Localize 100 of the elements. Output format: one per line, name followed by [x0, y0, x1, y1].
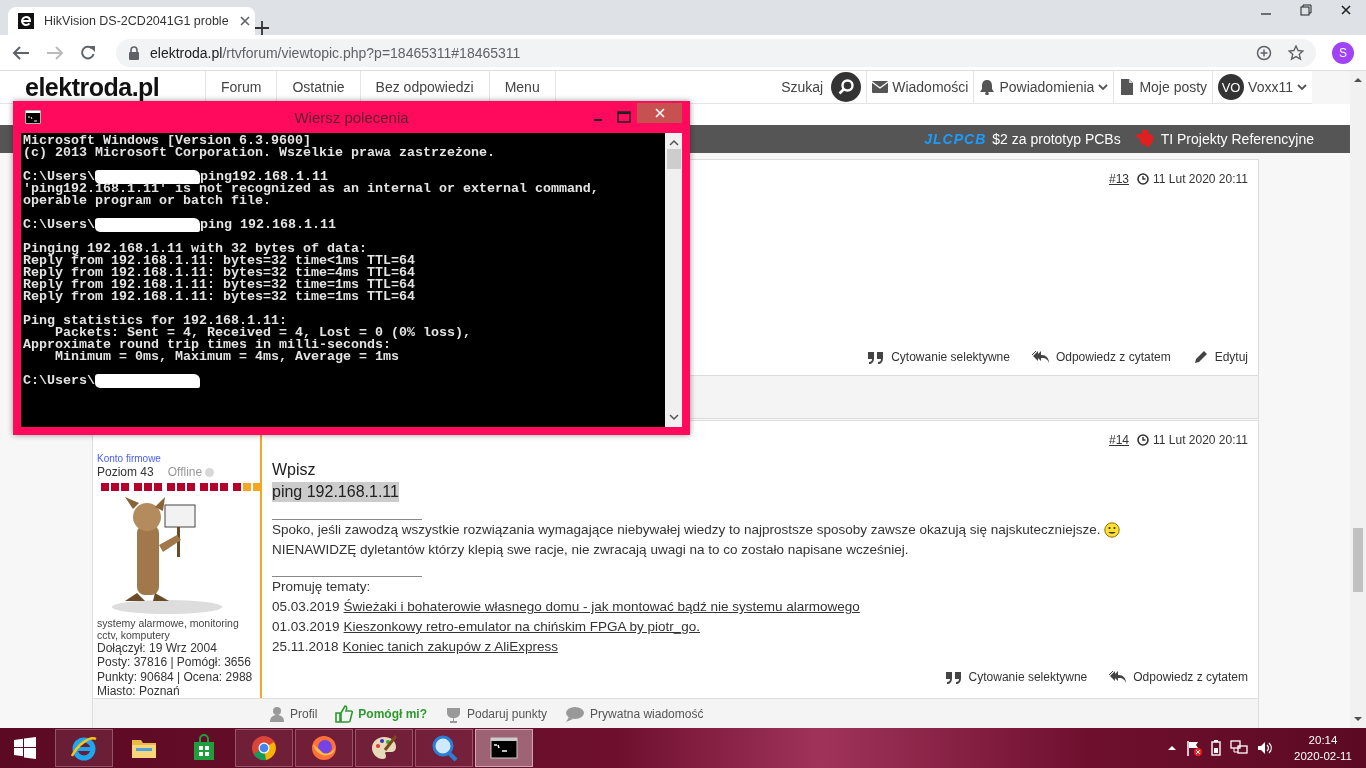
scroll-up-icon[interactable] [668, 139, 679, 147]
user-stat: Posty: 37816 | Pomógł: 3656 [97, 655, 252, 670]
star-icon[interactable] [1288, 44, 1304, 61]
document-icon [1119, 79, 1136, 95]
bell-icon [979, 79, 996, 95]
volume-icon[interactable] [1257, 740, 1273, 756]
post-number-link[interactable]: #14 [1109, 433, 1129, 447]
terminal-line: Ping statistics for 192.168.1.11: [23, 315, 288, 327]
smiley-icon [1104, 522, 1121, 538]
signature-text: Spoko, jeśli zawodzą wszystkie rozwiązania wymagające niebywałej wiedzy to najprostsze sposoby zawsze okazują się najskuteczniejsze. [272, 521, 1101, 539]
flag-icon[interactable] [1186, 740, 1202, 756]
topic-link[interactable]: Świeżaki i bohaterowie własnego domu - jak montować bądź nie systemu alarmowego [343, 597, 860, 617]
terminal-prompt: C:\Users\ [23, 219, 95, 231]
profile-link[interactable]: Profil [269, 705, 318, 724]
envelope-icon [872, 79, 889, 95]
clock-icon [1137, 434, 1149, 446]
search-button[interactable] [831, 72, 862, 102]
taskbar-button[interactable] [55, 729, 113, 767]
address-bar[interactable]: elektroda.pl/rtvforum/viewtopic.php?p=18465311#18465311 [116, 38, 1316, 67]
back-icon[interactable] [12, 44, 30, 61]
user-level: Poziom 43 [97, 465, 154, 479]
network-icon[interactable] [1230, 740, 1248, 756]
terminal-icon [490, 734, 518, 762]
private-message-link[interactable]: Prywatna wiadomość [565, 705, 704, 724]
battery-icon[interactable] [1211, 740, 1221, 756]
scroll-down-icon[interactable] [668, 413, 679, 421]
close-icon[interactable] [1340, 4, 1352, 16]
scrollbar-thumb[interactable] [666, 149, 681, 169]
header-link[interactable]: Powiadomienia [973, 71, 1114, 103]
topic-link[interactable]: Kieszonkowy retro-emulator na chińskim FPGA by piotr_go. [343, 617, 700, 637]
taskbar-button[interactable] [235, 729, 293, 767]
reply-icon [1031, 349, 1050, 365]
close-icon[interactable] [238, 15, 251, 27]
edit-link[interactable]: Edytuj [1192, 349, 1248, 365]
post-time: 11 Lut 2020 20:11 [1153, 433, 1248, 447]
topic-link[interactable]: Koniec tanich zakupów z AliExpress [342, 637, 558, 657]
user-stat: Punkty: 90684 | Ocena: 2988 [97, 669, 254, 684]
user-menu[interactable]: VO Voxx11 [1212, 71, 1312, 103]
reply-with-quote-link[interactable]: Odpowiedz z cytatem [1031, 349, 1171, 365]
promo-date: 01.03.2019 [272, 618, 340, 636]
header-link[interactable]: Moje posty [1113, 71, 1213, 103]
gift-points-link[interactable]: Podaruj punkty [445, 705, 548, 724]
profile-avatar[interactable]: S [1332, 41, 1354, 64]
taskbar-button[interactable] [355, 729, 413, 767]
post-time: 11 Lut 2020 20:11 [1153, 172, 1248, 186]
terminal-line: Microsoft Windows [Version 6.3.9600] [23, 135, 311, 147]
header-link[interactable]: Wiadomości [866, 71, 974, 103]
browser-icon [310, 734, 338, 762]
promo-title: Promuję tematy: [272, 578, 372, 596]
ad-link[interactable]: $2 za prototyp PCBs [992, 131, 1121, 147]
taskbar-button[interactable] [415, 729, 473, 767]
taskbar-clock[interactable]: 20:14 2020-02-11 [1294, 732, 1352, 764]
signature-text: NIENAWIDZĘ dyletantów którzy klepią swe racje, nie zwracają uwagi na to co zostało napisane wcześniej. [272, 541, 909, 559]
reply-with-quote-link[interactable]: Odpowiedz z cytatem [1109, 669, 1248, 685]
search-label: Szukaj [781, 79, 824, 95]
scroll-down-icon[interactable] [1353, 715, 1363, 723]
taskbar-button[interactable] [475, 729, 533, 767]
browser-icon [70, 734, 98, 762]
add-circle-icon[interactable] [1256, 44, 1272, 61]
tab-title: HikVision DS-2CD2041G1 proble [44, 14, 229, 28]
browser-tab[interactable]: HikVision DS-2CD2041G1 proble [8, 7, 255, 35]
clock-icon [1137, 173, 1149, 185]
terminal-prompt: C:\Users\ [23, 375, 95, 387]
chevron-up-icon[interactable] [1167, 744, 1177, 752]
terminal-command: ping192.168.1.11 [200, 171, 328, 183]
promo-date: 25.11.2018 [272, 638, 339, 656]
user-stat: Dołączył: 19 Wrz 2004 [97, 641, 218, 656]
selective-quote-link[interactable]: Cytowanie selektywne [867, 349, 1010, 365]
post-number-link[interactable]: #13 [1109, 172, 1129, 186]
url-text: elektroda.pl/rtvforum/viewtopic.php?p=18465311#18465311 [150, 44, 521, 61]
scrollbar-thumb[interactable] [1353, 528, 1363, 592]
magnifier-icon [430, 734, 458, 762]
terminal-line: Reply from 192.168.1.11: bytes=32 time=1ms TTL=64 [23, 291, 416, 303]
terminal-prompt: C:\Users\ [23, 171, 95, 183]
user-status: Offline [167, 465, 203, 479]
scroll-up-icon[interactable] [1353, 76, 1363, 84]
terminal-line: Reply from 192.168.1.11: bytes=32 time=1ms TTL=64 [23, 279, 416, 291]
selective-quote-link[interactable]: Cytowanie selektywne [944, 669, 1088, 685]
close-button[interactable] [637, 103, 682, 123]
reload-icon[interactable] [80, 44, 96, 61]
restore-icon[interactable] [1300, 4, 1312, 16]
account-type-label: Konto firmowe [97, 452, 162, 465]
site-logo[interactable]: elektroda.pl [25, 72, 205, 102]
terminal-line: Reply from 192.168.1.11: bytes=32 time=4ms TTL=64 [23, 267, 416, 279]
chevron-down-icon [1098, 83, 1109, 91]
quote-icon [944, 669, 963, 685]
close-icon [653, 107, 666, 119]
logo-icon [1134, 129, 1155, 149]
lock-icon [128, 45, 140, 60]
ad-link[interactable]: TI Projekty Referencyjne [1160, 131, 1314, 147]
site-favicon-icon [18, 13, 34, 29]
palette-icon [370, 734, 398, 762]
new-tab-icon[interactable] [255, 21, 269, 35]
terminal-line: Packets: Sent = 4, Received = 4, Lost = 0 (0% loss), [55, 327, 472, 339]
thumbs-up-icon [335, 705, 354, 724]
taskbar-button[interactable] [295, 729, 353, 767]
reply-icon [1109, 669, 1128, 685]
promo-date: 05.03.2019 [272, 598, 340, 616]
user-description: systemy alarmowe, monitoring cctv, komputery [97, 617, 240, 641]
maximize-icon[interactable] [617, 111, 631, 123]
